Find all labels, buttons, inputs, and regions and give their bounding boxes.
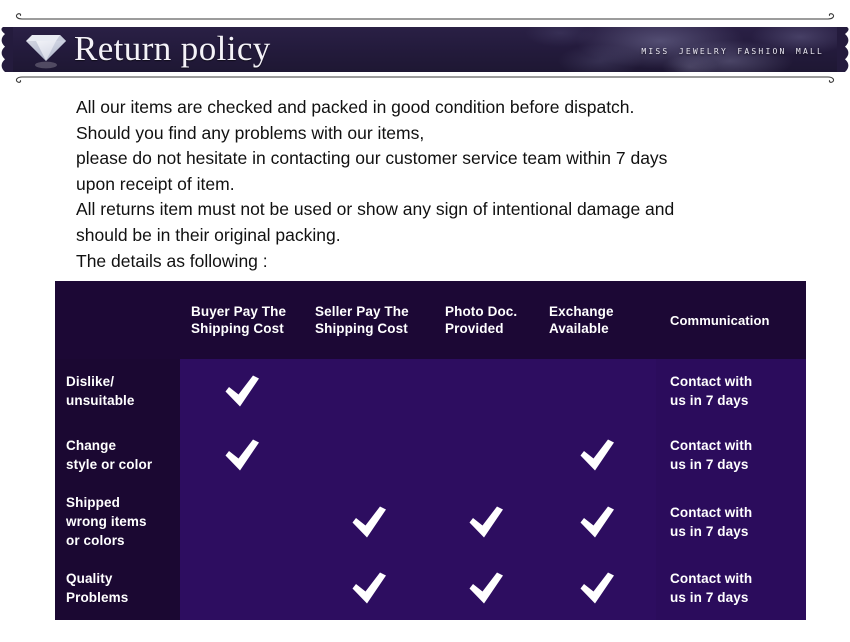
- header-line: Available: [549, 321, 609, 336]
- cell-buyer-pay: [180, 423, 304, 487]
- cell-communication: Contact with us in 7 days: [656, 487, 806, 556]
- table-header-seller-pay: Seller Pay The Shipping Cost: [304, 281, 434, 359]
- header-decorative-rule-top: [15, 13, 835, 20]
- header-decorative-rule-bottom: [15, 76, 835, 83]
- banner-scallop-right: [837, 27, 850, 72]
- header-line: Communication: [670, 312, 770, 328]
- cell-exchange: [538, 359, 656, 423]
- checkmark-icon: [352, 506, 386, 537]
- table-body: Dislike/unsuitable Contact with us in 7 da…: [55, 359, 806, 620]
- checkmark-icon: [580, 439, 614, 471]
- table-header-blank: [55, 281, 180, 359]
- policy-line: please do not hesitate in contacting our…: [76, 148, 668, 169]
- diamond-icon: [26, 35, 66, 69]
- cell-seller-pay: [304, 556, 434, 620]
- table-header-row: Buyer Pay The Shipping Cost Seller Pay T…: [55, 281, 806, 359]
- table-row: Change style or color Contact with us in 7 …: [55, 423, 806, 487]
- page-header: Return policy Miss Jewelry Fashion Mall: [0, 0, 850, 92]
- row-label-line: Shipped: [66, 495, 120, 510]
- row-label: Shipped wrong items or colors: [55, 487, 180, 556]
- row-label-line: style or color: [66, 457, 153, 472]
- cell-communication: Contact with us in 7 days: [656, 556, 806, 620]
- communication-line: us in 7 days: [670, 457, 749, 472]
- policy-line: upon receipt of item.: [76, 173, 235, 194]
- policy-paragraph: All our items are checked and packed in …: [76, 95, 816, 274]
- cell-exchange: [538, 487, 656, 556]
- cell-seller-pay: [304, 487, 434, 556]
- header-line: Shipping Cost: [191, 321, 284, 336]
- checkmark-icon: [352, 572, 386, 604]
- row-label: Quality Problems: [55, 556, 180, 620]
- table-row: Dislike/unsuitable Contact with us in 7 da…: [55, 359, 806, 423]
- header-banner: Return policy Miss Jewelry Fashion Mall: [0, 27, 850, 72]
- brand-name: Miss Jewelry Fashion Mall: [641, 42, 824, 57]
- table-row: Quality Problems Contact with us in 7 days: [55, 556, 806, 620]
- cell-photo-doc: [434, 487, 538, 556]
- row-label-line: or colors: [66, 533, 125, 548]
- header-line: Photo Doc.: [445, 304, 518, 319]
- checkmark-icon: [580, 506, 614, 537]
- table-header-communication: Communication: [656, 281, 806, 359]
- checkmark-icon: [225, 439, 259, 471]
- cell-seller-pay: [304, 359, 434, 423]
- checkmark-icon: [580, 572, 614, 604]
- communication-line: us in 7 days: [670, 590, 749, 605]
- row-label-line: Change: [66, 438, 117, 453]
- row-label-line: Dislike/: [66, 374, 115, 389]
- header-line: Exchange: [549, 304, 614, 319]
- cell-buyer-pay: [180, 359, 304, 423]
- row-label-line: unsuitable: [66, 393, 135, 408]
- table-row: Shipped wrong items or colors Contact with u…: [55, 487, 806, 556]
- cell-seller-pay: [304, 423, 434, 487]
- communication-line: us in 7 days: [670, 393, 749, 408]
- communication-line: Contact with: [670, 374, 753, 389]
- row-label-line: Problems: [66, 590, 129, 605]
- policy-line: All our items are checked and packed in …: [76, 97, 635, 117]
- policy-line: All returns item must not be used or sho…: [76, 199, 675, 220]
- checkmark-icon: [469, 572, 503, 604]
- communication-line: Contact with: [670, 504, 753, 520]
- cell-exchange: [538, 556, 656, 620]
- table-header-exchange: Exchange Available: [538, 281, 656, 359]
- policy-line: The details as following :: [76, 250, 268, 271]
- header-line: Shipping Cost: [315, 321, 408, 336]
- cell-communication: Contact with us in 7 days: [656, 359, 806, 423]
- cell-exchange: [538, 423, 656, 487]
- row-label: Dislike/unsuitable: [55, 359, 180, 423]
- row-label-line: wrong items: [66, 514, 147, 529]
- table-header-photo-doc: Photo Doc. Provided: [434, 281, 538, 359]
- checkmark-icon: [225, 375, 259, 407]
- banner-scallop-left: [0, 27, 13, 72]
- header-line: Provided: [445, 321, 504, 336]
- communication-line: Contact with: [670, 438, 753, 453]
- return-policy-table: Buyer Pay The Shipping Cost Seller Pay T…: [55, 281, 806, 620]
- cell-photo-doc: [434, 423, 538, 487]
- cell-buyer-pay: [180, 556, 304, 620]
- row-label-line: Quality: [66, 571, 113, 586]
- row-label: Change style or color: [55, 423, 180, 487]
- cell-photo-doc: [434, 359, 538, 423]
- header-line: Buyer Pay The: [191, 304, 287, 319]
- communication-line: us in 7 days: [670, 523, 749, 539]
- communication-line: Contact with: [670, 571, 753, 586]
- cell-photo-doc: [434, 556, 538, 620]
- checkmark-icon: [469, 506, 503, 537]
- page-title: Return policy: [74, 28, 271, 68]
- table-header-buyer-pay: Buyer Pay The Shipping Cost: [180, 281, 304, 359]
- header-line: Seller Pay The: [315, 304, 409, 319]
- policy-line: should be in their original packing.: [76, 224, 341, 245]
- cell-buyer-pay: [180, 487, 304, 556]
- cell-communication: Contact with us in 7 days: [656, 423, 806, 487]
- policy-line: Should you find any problems with our it…: [76, 122, 425, 143]
